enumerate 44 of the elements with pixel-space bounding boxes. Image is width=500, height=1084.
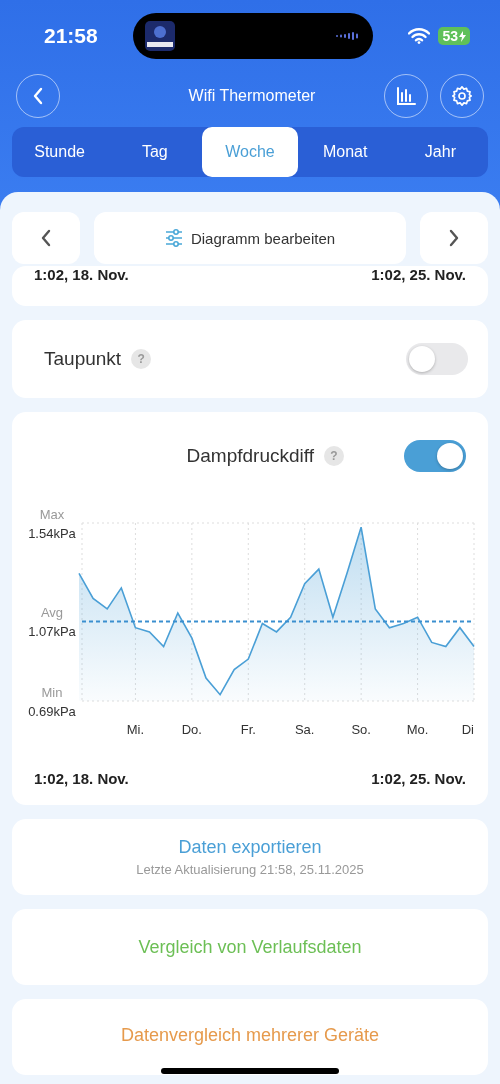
period-tab[interactable]: Tag [107, 127, 203, 177]
level-label: Avg [40, 605, 64, 621]
day-label: Mi. [126, 722, 145, 737]
day-label: So. [351, 722, 371, 737]
axis-tick-label: 1.07kPa [28, 624, 76, 640]
day-label: Do. [181, 722, 202, 737]
axis-tick-label: 0.69kPa [28, 704, 76, 719]
help-icon[interactable]: ? [324, 446, 344, 466]
period-tab[interactable]: Monat [297, 127, 393, 177]
chart-title: Dampfdruckdiff [186, 445, 314, 467]
page-title: Wifi Thermometer [187, 87, 317, 105]
back-icon [32, 87, 44, 105]
wifi-icon [408, 28, 431, 44]
last-update-text: Letzte Aktualisierung 21:58, 25.11.2025 [136, 862, 364, 877]
export-label: Daten exportieren [178, 837, 322, 858]
sliders-icon [164, 229, 183, 247]
edit-chart-button[interactable]: Diagramm bearbeiten [94, 212, 406, 264]
end-date: 1:02, 25. Nov. [371, 266, 466, 283]
export-button[interactable]: Daten exportieren Letzte Aktualisierung 21:58, 25.11.2025 [12, 819, 488, 895]
action-button[interactable]: Vergleich von Verlaufsdaten [12, 909, 488, 985]
day-label: Sa. [294, 722, 315, 737]
level-label: Min [41, 685, 63, 700]
period-tab[interactable]: Woche [202, 127, 298, 177]
help-icon[interactable]: ? [131, 349, 152, 369]
chevron-left-icon [40, 229, 52, 247]
start-date: 1:02, 18. Nov. [34, 266, 129, 283]
day-label: Di [461, 722, 474, 737]
battery-icon: 53 [438, 27, 470, 45]
vapor-pressure-toggle[interactable] [404, 440, 466, 472]
level-label: Max [39, 507, 65, 522]
period-tab[interactable]: Stunde [12, 127, 108, 177]
day-label: Mo. [406, 722, 429, 737]
start-date: 1:02, 18. Nov. [34, 770, 129, 787]
dew-point-toggle[interactable] [406, 343, 468, 375]
day-label: Fr. [240, 722, 256, 737]
status-time: 21:58 [44, 24, 98, 48]
end-date: 1:02, 25. Nov. [371, 770, 466, 787]
axis-tick-label: 1.54kPa [28, 526, 76, 541]
period-tab[interactable]: Jahr [392, 127, 488, 177]
dew-point-label: Taupunkt [44, 348, 122, 370]
settings-icon [451, 85, 473, 107]
chevron-right-icon [448, 229, 460, 247]
action-button[interactable]: Datenvergleich mehrerer Geräte [12, 999, 488, 1075]
bar-chart-icon [396, 87, 416, 105]
